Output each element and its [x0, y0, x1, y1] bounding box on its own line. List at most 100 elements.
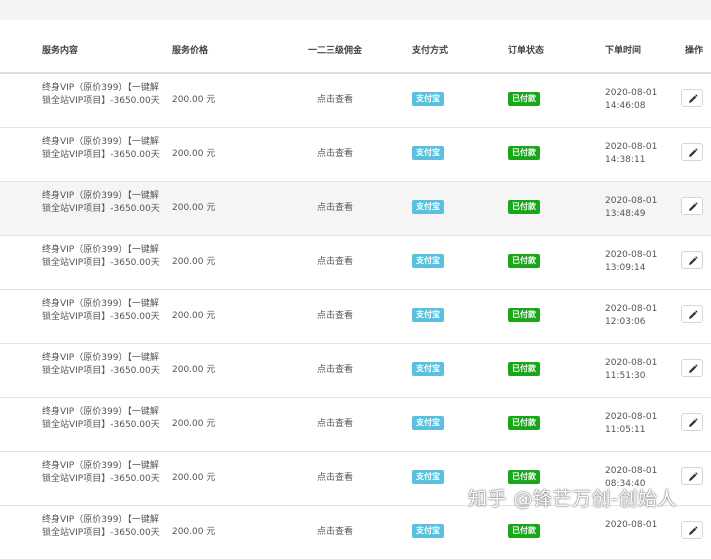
order-date: 2020-08-01 — [605, 88, 658, 98]
service-content: 终身VIP（原价399）【一键解锁全站VIP项目】-3650.00天 — [42, 461, 160, 484]
commission-link[interactable]: 点击查看 — [300, 128, 370, 181]
commission-link[interactable]: 点击查看 — [300, 182, 370, 235]
order-clock: 11:05:11 — [605, 425, 646, 435]
header-time: 下单时间 — [605, 46, 642, 56]
order-time: 2020-08-01 14:46:08 — [605, 87, 665, 113]
order-clock: 11:51:30 — [605, 371, 646, 381]
payment-method-badge: 支付宝 — [412, 470, 444, 484]
top-toolbar-strip — [0, 0, 711, 21]
order-clock: 12:03:06 — [605, 317, 646, 327]
payment-method-badge: 支付宝 — [412, 524, 444, 538]
table-header: 服务内容 服务价格 一二三级佣金 支付方式 订单状态 下单时间 操作 — [0, 20, 711, 74]
table-row: 终身VIP（原价399）【一键解锁全站VIP项目】-3650.00天 200.00… — [0, 290, 711, 344]
commission-link[interactable]: 点击查看 — [300, 290, 370, 343]
commission-link[interactable]: 点击查看 — [300, 452, 370, 505]
header-commission: 一二三级佣金 — [307, 46, 362, 56]
service-content: 终身VIP（原价399）【一键解锁全站VIP项目】-3650.00天 — [42, 515, 160, 538]
order-date: 2020-08-01 — [605, 196, 658, 206]
service-price: 200.00 元 — [172, 203, 216, 213]
order-status-badge: 已付款 — [508, 254, 540, 268]
service-content: 终身VIP（原价399）【一键解锁全站VIP项目】-3650.00天 — [42, 245, 160, 268]
pencil-icon — [689, 310, 698, 319]
commission-link[interactable]: 点击查看 — [300, 236, 370, 289]
pencil-icon — [689, 202, 698, 211]
payment-method-badge: 支付宝 — [412, 362, 444, 376]
pencil-icon — [689, 364, 698, 373]
header-action: 操作 — [685, 46, 704, 56]
commission-link[interactable]: 点击查看 — [300, 398, 370, 451]
pencil-icon — [689, 472, 698, 481]
service-price: 200.00 元 — [172, 419, 216, 429]
edit-button[interactable] — [681, 521, 703, 539]
service-content: 终身VIP（原价399）【一键解锁全站VIP项目】-3650.00天 — [42, 299, 160, 322]
order-status-badge: 已付款 — [508, 308, 540, 322]
table-row: 终身VIP（原价399）【一键解锁全站VIP项目】-3650.00天 200.00… — [0, 236, 711, 290]
payment-method-badge: 支付宝 — [412, 146, 444, 160]
order-time: 2020-08-01 11:05:11 — [605, 411, 665, 437]
order-date: 2020-08-01 — [605, 142, 658, 152]
order-date: 2020-08-01 — [605, 250, 658, 260]
pencil-icon — [689, 526, 698, 535]
table-row: 终身VIP（原价399）【一键解锁全站VIP项目】-3650.00天 200.00… — [0, 506, 711, 560]
order-date: 2020-08-01 — [605, 520, 658, 530]
service-price: 200.00 元 — [172, 365, 216, 375]
order-status-badge: 已付款 — [508, 470, 540, 484]
edit-button[interactable] — [681, 89, 703, 107]
edit-button[interactable] — [681, 467, 703, 485]
order-time: 2020-08-01 11:51:30 — [605, 357, 665, 383]
service-content: 终身VIP（原价399）【一键解锁全站VIP项目】-3650.00天 — [42, 137, 160, 160]
table-row: 终身VIP（原价399）【一键解锁全站VIP项目】-3650.00天 200.00… — [0, 182, 711, 236]
edit-button[interactable] — [681, 359, 703, 377]
payment-method-badge: 支付宝 — [412, 416, 444, 430]
order-time: 2020-08-01 14:38:11 — [605, 141, 665, 167]
header-payment: 支付方式 — [412, 46, 449, 56]
order-status-badge: 已付款 — [508, 200, 540, 214]
order-time: 2020-08-01 13:48:49 — [605, 195, 665, 221]
service-price: 200.00 元 — [172, 527, 216, 537]
order-status-badge: 已付款 — [508, 416, 540, 430]
order-date: 2020-08-01 — [605, 466, 658, 476]
header-status: 订单状态 — [508, 46, 545, 56]
watermark: 知乎 @锋芒万创-创始人 — [468, 488, 677, 510]
order-date: 2020-08-01 — [605, 358, 658, 368]
service-content: 终身VIP（原价399）【一键解锁全站VIP项目】-3650.00天 — [42, 353, 160, 376]
table-row: 终身VIP（原价399）【一键解锁全站VIP项目】-3650.00天 200.00… — [0, 128, 711, 182]
service-content: 终身VIP（原价399）【一键解锁全站VIP项目】-3650.00天 — [42, 191, 160, 214]
order-date: 2020-08-01 — [605, 304, 658, 314]
service-content: 终身VIP（原价399）【一键解锁全站VIP项目】-3650.00天 — [42, 83, 160, 106]
order-clock: 14:46:08 — [605, 101, 646, 111]
service-price: 200.00 元 — [172, 473, 216, 483]
order-time: 2020-08-01 12:03:06 — [605, 303, 665, 329]
order-clock: 13:09:14 — [605, 263, 646, 273]
payment-method-badge: 支付宝 — [412, 92, 444, 106]
order-status-badge: 已付款 — [508, 146, 540, 160]
payment-method-badge: 支付宝 — [412, 200, 444, 214]
order-time: 2020-08-01 — [605, 519, 665, 532]
pencil-icon — [689, 148, 698, 157]
order-date: 2020-08-01 — [605, 412, 658, 422]
order-clock: 13:48:49 — [605, 209, 646, 219]
service-price: 200.00 元 — [172, 149, 216, 159]
commission-link[interactable]: 点击查看 — [300, 506, 370, 559]
edit-button[interactable] — [681, 413, 703, 431]
edit-button[interactable] — [681, 305, 703, 323]
table-row: 终身VIP（原价399）【一键解锁全站VIP项目】-3650.00天 200.00… — [0, 398, 711, 452]
order-time: 2020-08-01 13:09:14 — [605, 249, 665, 275]
service-content: 终身VIP（原价399）【一键解锁全站VIP项目】-3650.00天 — [42, 407, 160, 430]
edit-button[interactable] — [681, 143, 703, 161]
payment-method-badge: 支付宝 — [412, 308, 444, 322]
edit-button[interactable] — [681, 251, 703, 269]
commission-link[interactable]: 点击查看 — [300, 74, 370, 127]
table-row: 终身VIP（原价399）【一键解锁全站VIP项目】-3650.00天 200.00… — [0, 74, 711, 128]
table-row: 终身VIP（原价399）【一键解锁全站VIP项目】-3650.00天 200.00… — [0, 344, 711, 398]
order-clock: 14:38:11 — [605, 155, 646, 165]
commission-link[interactable]: 点击查看 — [300, 344, 370, 397]
pencil-icon — [689, 94, 698, 103]
order-status-badge: 已付款 — [508, 92, 540, 106]
order-status-badge: 已付款 — [508, 524, 540, 538]
pencil-icon — [689, 256, 698, 265]
service-price: 200.00 元 — [172, 257, 216, 267]
service-price: 200.00 元 — [172, 311, 216, 321]
edit-button[interactable] — [681, 197, 703, 215]
payment-method-badge: 支付宝 — [412, 254, 444, 268]
